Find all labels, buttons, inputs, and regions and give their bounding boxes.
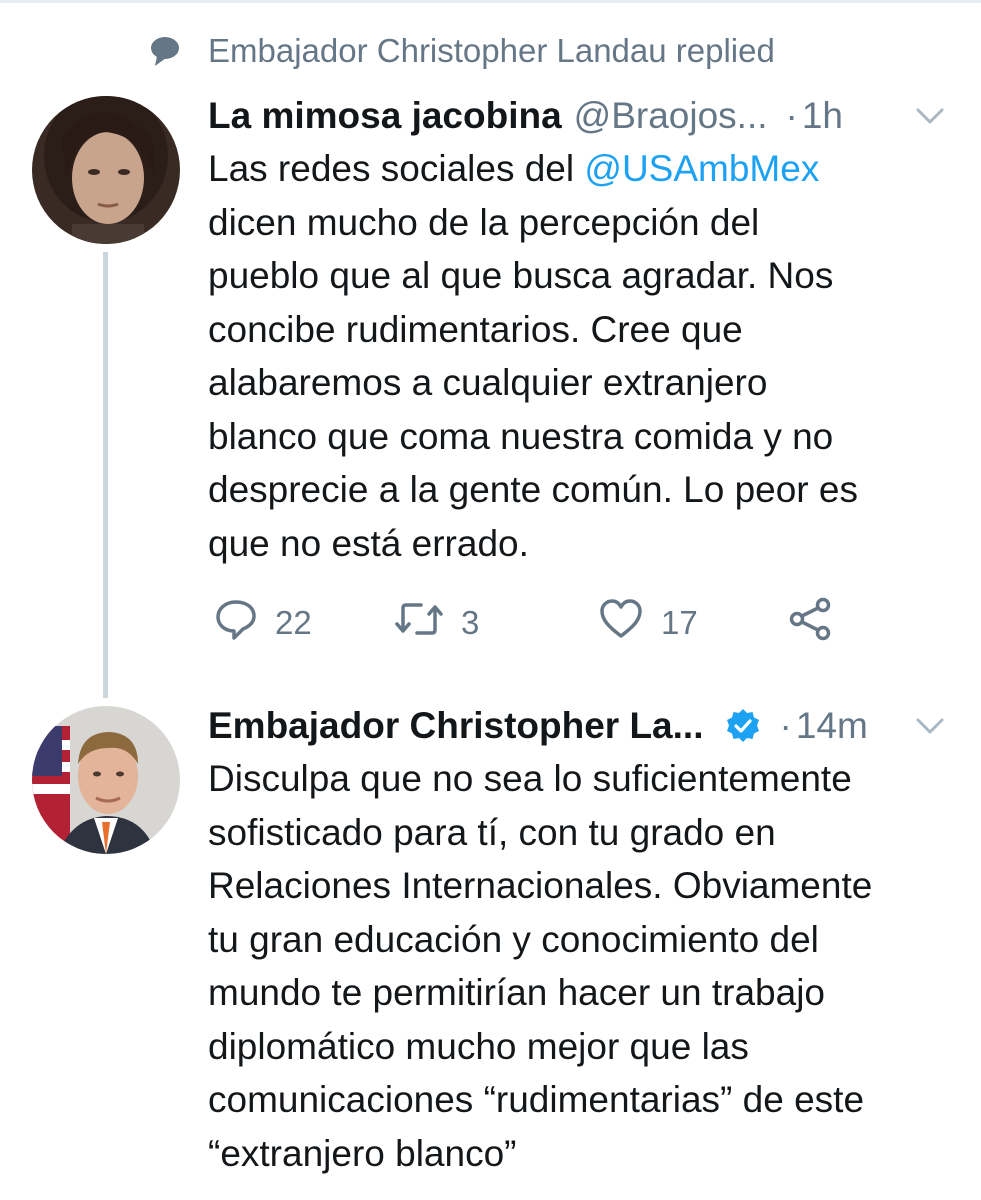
- top-divider: [0, 0, 981, 3]
- reply-context-text: Embajador Christopher Landau replied: [208, 32, 775, 69]
- reply-context: Embajador Christopher Landau replied: [148, 26, 775, 76]
- retweet-icon: [395, 598, 461, 648]
- chevron-down-icon[interactable]: [912, 98, 948, 134]
- tweet-text: Las redes sociales del: [208, 148, 585, 189]
- tweet-header: La mimosa jacobina @Braojos... · 1h: [208, 92, 948, 140]
- mention-link[interactable]: @USAmbMex: [584, 148, 819, 189]
- tweet-text: dicen mucho de la percepción del pueblo …: [208, 201, 858, 564]
- separator-dot: ·: [785, 95, 798, 136]
- share-button[interactable]: [789, 597, 851, 649]
- reply-icon: [215, 598, 275, 648]
- like-count: 17: [661, 604, 698, 641]
- heart-icon: [599, 598, 661, 648]
- retweet-button[interactable]: 3: [395, 598, 479, 648]
- like-button[interactable]: 17: [599, 598, 698, 648]
- reply-count: 22: [275, 604, 312, 641]
- reply-button[interactable]: 22: [215, 598, 312, 648]
- avatar-la-mimosa-jacobina[interactable]: [32, 96, 180, 244]
- share-icon: [789, 597, 851, 649]
- tweet-body: Las redes sociales del @USAmbMex dicen m…: [208, 142, 948, 570]
- thread-line: [103, 252, 108, 698]
- author-name[interactable]: La mimosa jacobina: [208, 95, 562, 137]
- verified-badge-icon: [725, 708, 761, 744]
- avatar-christopher-landau[interactable]: [32, 706, 180, 854]
- author-name[interactable]: Embajador Christopher La...: [208, 705, 703, 747]
- separator-dot: ·: [779, 705, 792, 746]
- retweet-count: 3: [461, 604, 480, 641]
- tweet-time[interactable]: 14m: [796, 705, 868, 747]
- chevron-down-icon[interactable]: [912, 708, 948, 744]
- tweet-time[interactable]: 1h: [802, 95, 843, 137]
- speech-bubble-icon: [148, 33, 184, 69]
- tweet-body: Disculpa que no sea lo suficientemente s…: [208, 758, 873, 1174]
- author-handle[interactable]: @Braojos...: [574, 95, 768, 137]
- tweet-header: Embajador Christopher La... · 14m: [208, 702, 948, 750]
